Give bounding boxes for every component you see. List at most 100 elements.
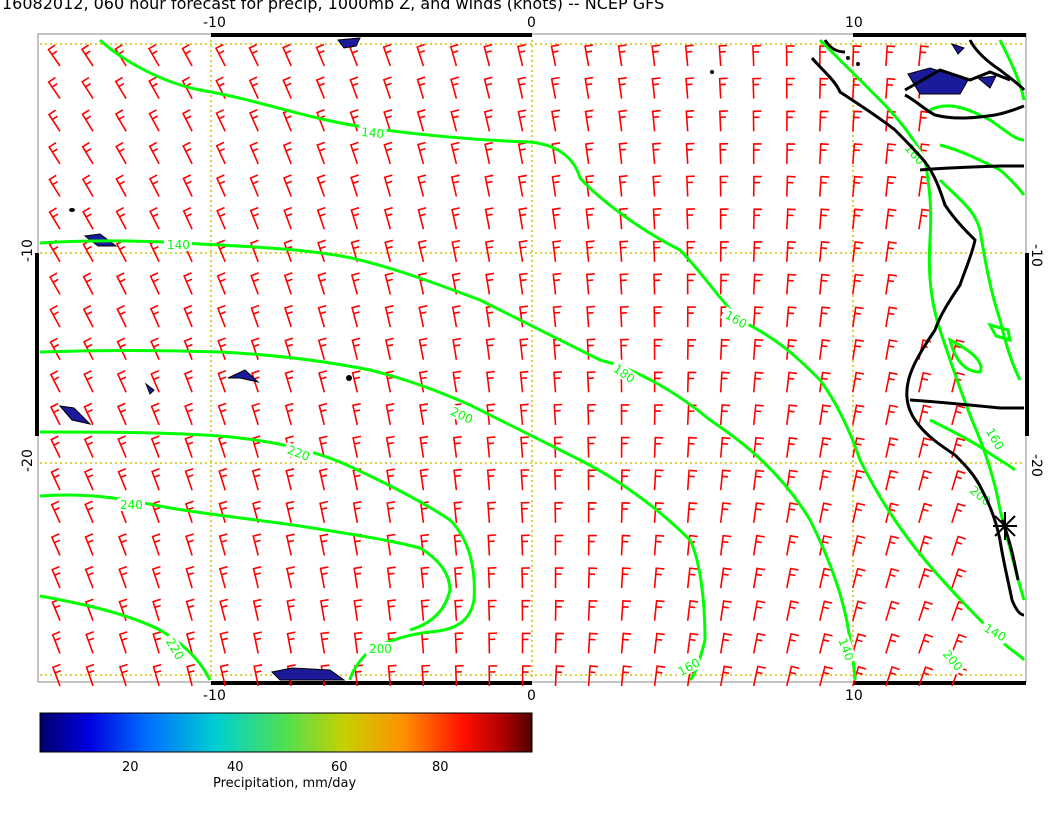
- wind-barb: [383, 206, 393, 230]
- wind-barb: [586, 305, 596, 328]
- wind-barb: [454, 632, 464, 654]
- wind-barb: [485, 338, 495, 360]
- wind-barb: [618, 142, 628, 164]
- wind-barb: [520, 501, 530, 523]
- colorbar-tick-80: 80: [432, 760, 449, 775]
- wind-barb: [182, 206, 193, 230]
- wind-barb: [551, 109, 560, 132]
- wind-barb: [587, 567, 598, 589]
- wind-barb: [819, 339, 831, 360]
- wind-barb: [587, 599, 598, 621]
- wind-barb: [786, 110, 796, 132]
- wind-barb: [786, 567, 799, 589]
- wind-barb: [852, 110, 863, 132]
- wind-barb: [786, 175, 796, 197]
- wind-barb: [450, 76, 459, 99]
- wind-barb: [554, 534, 564, 556]
- wind-barb: [686, 208, 696, 230]
- wind-barb: [819, 600, 833, 621]
- wind-barb: [419, 403, 429, 426]
- wind-barb: [218, 467, 228, 491]
- wind-barb: [81, 109, 94, 132]
- wind-barb: [553, 469, 563, 491]
- wind-barb: [384, 304, 394, 328]
- wind-barb: [118, 565, 128, 589]
- wind-barb: [419, 435, 429, 458]
- wind-barb: [852, 502, 866, 523]
- wind-barb: [819, 502, 832, 523]
- wind-barb: [686, 567, 698, 589]
- wind-barb: [617, 76, 627, 99]
- wind-barb: [416, 109, 426, 132]
- wind-barb: [116, 370, 127, 393]
- wind-barb: [652, 175, 662, 197]
- wind-barb: [719, 502, 731, 523]
- wind-barb: [387, 599, 397, 621]
- wind-barb: [719, 632, 733, 654]
- wind-barb: [520, 469, 530, 491]
- wind-barb: [49, 402, 61, 426]
- wind-barb: [82, 239, 94, 263]
- wind-barb: [316, 141, 326, 165]
- wind-barb: [418, 337, 428, 360]
- wind-barb: [217, 337, 227, 360]
- wind-barb: [719, 469, 731, 491]
- wind-barb: [719, 142, 729, 164]
- wind-barb: [918, 567, 933, 589]
- wind-barb: [587, 436, 597, 458]
- wind-barb: [918, 404, 932, 426]
- wind-barb: [852, 567, 866, 589]
- wind-barb: [214, 43, 226, 67]
- wind-barb: [885, 633, 900, 654]
- wind-barb: [653, 567, 665, 589]
- wind-barb: [653, 599, 665, 621]
- wind-barb: [786, 665, 800, 687]
- wind-barb: [319, 533, 329, 556]
- wind-barb: [620, 632, 632, 654]
- wind-barb: [554, 567, 564, 589]
- wind-barb: [420, 632, 430, 654]
- wind-barb: [150, 337, 160, 361]
- wind-barb: [82, 272, 94, 295]
- wind-barb: [684, 44, 694, 67]
- wind-barb: [584, 44, 594, 67]
- wind-barb: [352, 435, 362, 458]
- wind-barb: [885, 469, 899, 491]
- wind-barb: [317, 304, 327, 328]
- wind-barb: [249, 141, 259, 165]
- wind-barb: [115, 174, 127, 197]
- wind-barb: [819, 175, 830, 197]
- wind-barb: [786, 240, 797, 262]
- wind-barb: [452, 370, 462, 393]
- wind-barb: [116, 272, 127, 295]
- wind-barb: [718, 44, 728, 67]
- wind-barb: [149, 272, 160, 295]
- wind-barb: [550, 76, 560, 99]
- wind-barb: [352, 533, 362, 556]
- station-marker-icon: [993, 512, 1017, 540]
- wind-barb: [117, 435, 127, 458]
- wind-barb: [50, 435, 61, 458]
- contour-label: 220: [285, 443, 311, 464]
- wind-barb: [150, 402, 160, 426]
- wind-barb: [82, 337, 94, 361]
- wind-barb: [50, 500, 61, 524]
- forecast-map: 140160140160180200220240220 2001601401602…: [20, 15, 1044, 753]
- wind-barb: [450, 109, 460, 132]
- wind-barb: [49, 370, 61, 393]
- wind-barb: [587, 665, 599, 687]
- contour-label: 200: [369, 642, 392, 656]
- wind-barb: [951, 404, 966, 426]
- wind-barb: [149, 239, 160, 263]
- wind-barb: [353, 599, 363, 621]
- wind-barb: [386, 533, 396, 556]
- wind-barb: [651, 109, 661, 132]
- wind-barb: [786, 534, 799, 556]
- wind-barb: [520, 436, 530, 458]
- wind-barb: [285, 500, 295, 523]
- wind-barb: [553, 371, 563, 393]
- wind-barb: [521, 599, 531, 621]
- wind-barb: [282, 174, 293, 197]
- wind-barb: [719, 338, 730, 360]
- contour-label: 140: [167, 238, 190, 252]
